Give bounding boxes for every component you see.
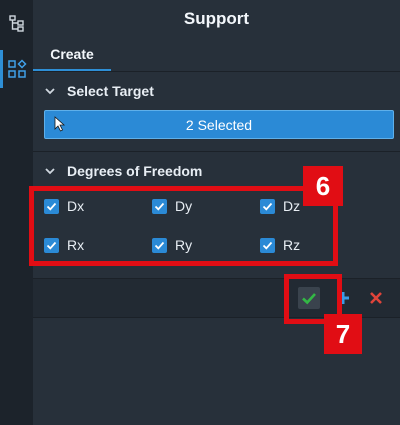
panel-title: Support [33, 0, 400, 38]
cancel-button[interactable] [365, 287, 387, 309]
selected-count: 2 Selected [185, 116, 253, 133]
tab-create[interactable]: Create [33, 38, 111, 71]
callout-6-highlight [29, 186, 338, 266]
select-target-label: Select Target [67, 83, 154, 99]
chevron-down-icon [45, 168, 55, 175]
select-target-section: Select Target 2 Selected [33, 72, 400, 152]
select-target-header[interactable]: Select Target [33, 72, 400, 110]
dof-label: Degrees of Freedom [67, 163, 203, 179]
support-tools-icon[interactable] [0, 50, 30, 88]
action-bar [33, 278, 400, 318]
callout-6-label: 6 [303, 166, 343, 206]
model-tree-icon[interactable] [4, 10, 30, 36]
select-target-button[interactable]: 2 Selected [44, 110, 394, 139]
cursor-icon [54, 116, 66, 132]
tab-bar: Create [33, 38, 400, 72]
dof-header[interactable]: Degrees of Freedom [33, 152, 400, 190]
callout-7-label: 7 [324, 314, 362, 354]
cancel-icon [370, 292, 382, 304]
chevron-down-icon [45, 88, 55, 95]
